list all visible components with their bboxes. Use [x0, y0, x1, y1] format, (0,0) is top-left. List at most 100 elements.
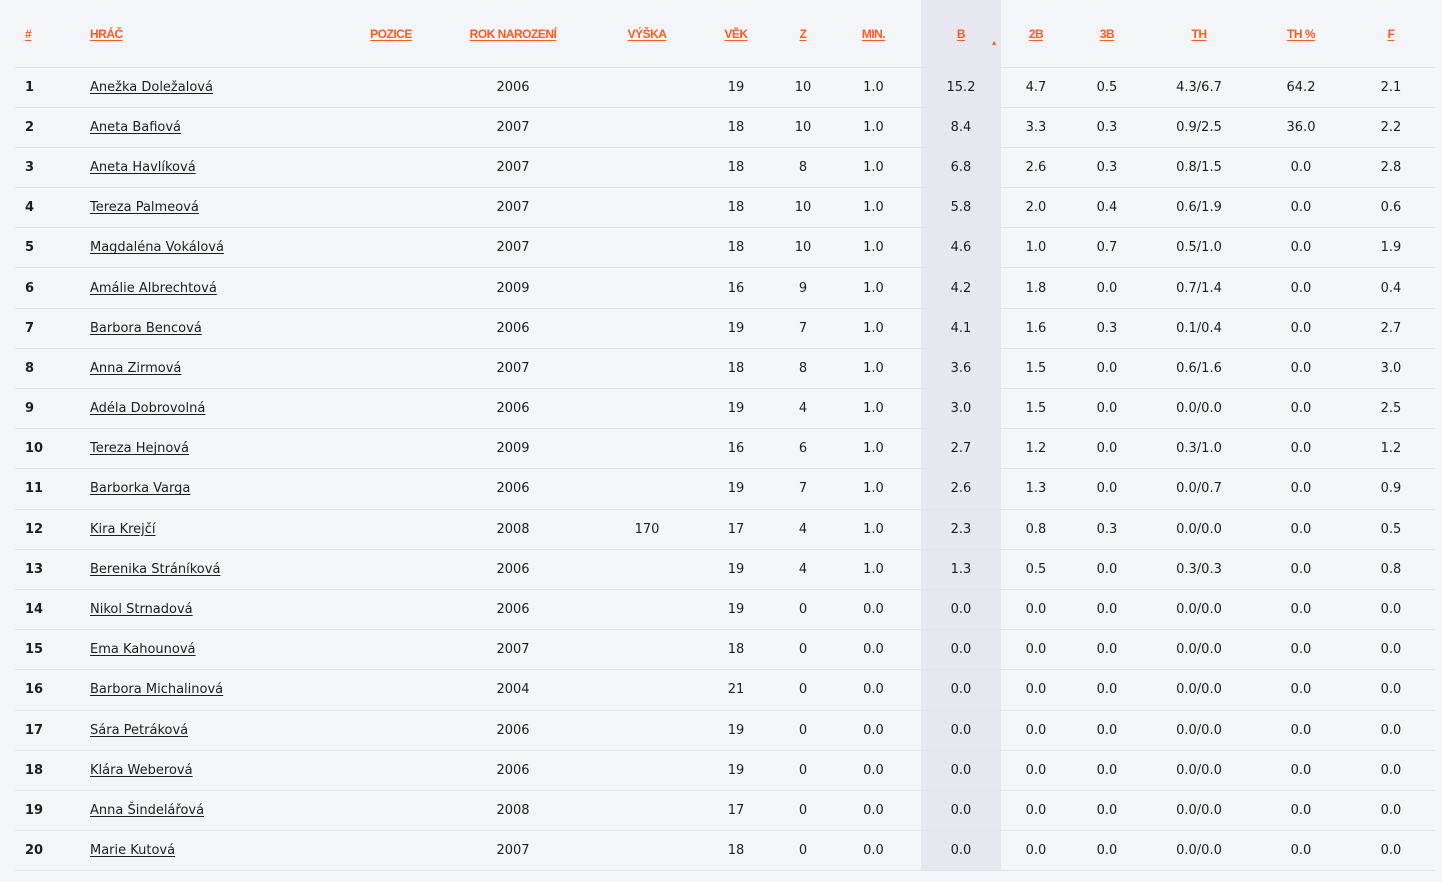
cell-free-throws: 0.0/0.0 [1143, 589, 1255, 631]
cell-points: 0.0 [921, 790, 1001, 832]
player-name-link[interactable]: Anežka Doležalová [90, 80, 213, 95]
cell-fouls: 2.7 [1347, 308, 1435, 349]
table-row: 15 Ema Kahounová 2007 18 0 0.0 0.0 0.0 0.0 0.0/0.… [15, 629, 1435, 671]
cell-fouls: 0.9 [1347, 468, 1435, 510]
header-position[interactable]: POZICE [358, 0, 424, 68]
cell-free-throw-pct: 0.0 [1255, 267, 1347, 309]
cell-games: 0 [780, 790, 826, 832]
header-minutes[interactable]: MIN. [826, 0, 921, 68]
cell-rank: 7 [15, 308, 90, 349]
player-name-link[interactable]: Ema Kahounová [90, 642, 196, 657]
cell-birth-year: 2007 [424, 348, 602, 390]
player-name-link[interactable]: Anna Zirmová [90, 361, 181, 376]
cell-two-pointers: 0.0 [1001, 750, 1071, 791]
cell-age: 18 [692, 348, 780, 390]
player-name-link[interactable]: Tereza Palmeová [90, 200, 199, 215]
cell-fouls: 1.9 [1347, 227, 1435, 269]
cell-player-name: Nikol Strnadová [90, 589, 358, 631]
cell-free-throws: 0.0/0.0 [1143, 669, 1255, 711]
header-points[interactable]: B ▲ [921, 0, 1001, 68]
header-birth-year[interactable]: ROK NAROZENÍ [424, 0, 602, 68]
cell-minutes: 0.0 [826, 669, 921, 711]
player-name-link[interactable]: Kira Krejčí [90, 522, 156, 537]
cell-games: 10 [780, 107, 826, 148]
player-name-link[interactable]: Barbora Bencová [90, 321, 202, 336]
cell-free-throw-pct: 0.0 [1255, 187, 1347, 229]
cell-three-pointers: 0.0 [1071, 267, 1143, 309]
cell-player-name: Barborka Varga [90, 468, 358, 510]
cell-three-pointers: 0.3 [1071, 509, 1143, 550]
table-header-row: # HRÁČ POZICE ROK NAROZENÍ VÝŠKA VĚK Z M… [15, 0, 1435, 68]
cell-games: 0 [780, 750, 826, 791]
player-name-link[interactable]: Adéla Dobrovolná [90, 401, 205, 416]
cell-free-throw-pct: 0.0 [1255, 830, 1347, 872]
sort-ascending-icon: ▲ [990, 40, 998, 47]
cell-points: 4.1 [921, 308, 1001, 349]
cell-three-pointers: 0.0 [1071, 629, 1143, 671]
header-height[interactable]: VÝŠKA [602, 0, 692, 68]
header-two-pointers[interactable]: 2B [1001, 0, 1071, 68]
cell-height [602, 308, 692, 349]
cell-free-throw-pct: 0.0 [1255, 549, 1347, 590]
player-name-link[interactable]: Anna Šindelářová [90, 803, 204, 818]
cell-free-throws: 0.3/0.3 [1143, 549, 1255, 590]
player-name-link[interactable]: Aneta Havlíková [90, 160, 196, 175]
cell-points: 5.8 [921, 187, 1001, 229]
cell-points: 4.2 [921, 267, 1001, 309]
cell-two-pointers: 2.6 [1001, 147, 1071, 189]
cell-player-name: Kira Krejčí [90, 509, 358, 550]
cell-minutes: 1.0 [826, 428, 921, 470]
header-fouls[interactable]: F [1347, 0, 1435, 68]
cell-rank: 6 [15, 267, 90, 309]
player-name-link[interactable]: Tereza Hejnová [90, 441, 189, 456]
header-free-throws[interactable]: TH [1143, 0, 1255, 68]
header-rank[interactable]: # [15, 0, 90, 68]
cell-points: 0.0 [921, 629, 1001, 671]
player-name-link[interactable]: Aneta Bafiová [90, 120, 181, 135]
cell-position [358, 107, 424, 148]
cell-free-throw-pct: 64.2 [1255, 67, 1347, 108]
header-age[interactable]: VĚK [692, 0, 780, 68]
cell-games: 6 [780, 428, 826, 470]
table-row: 20 Marie Kutová 2007 18 0 0.0 0.0 0.0 0.0 0.0/0.0… [15, 830, 1435, 872]
player-name-link[interactable]: Klára Weberová [90, 763, 193, 778]
table-row: 8 Anna Zirmová 2007 18 8 1.0 3.6 1.5 0.0 0.6/1.6 0… [15, 348, 1435, 390]
header-player[interactable]: HRÁČ [90, 0, 358, 68]
cell-points: 6.8 [921, 147, 1001, 189]
cell-points: 3.0 [921, 388, 1001, 430]
cell-free-throw-pct: 0.0 [1255, 589, 1347, 631]
cell-fouls: 2.2 [1347, 107, 1435, 148]
player-name-link[interactable]: Barbora Michalinová [90, 682, 223, 697]
cell-height [602, 428, 692, 470]
header-three-pointers[interactable]: 3B [1071, 0, 1143, 68]
header-free-throw-pct[interactable]: TH % [1255, 0, 1347, 68]
cell-position [358, 187, 424, 229]
cell-minutes: 1.0 [826, 107, 921, 148]
cell-height [602, 710, 692, 751]
cell-games: 0 [780, 710, 826, 751]
cell-height [602, 830, 692, 872]
cell-minutes: 0.0 [826, 710, 921, 751]
cell-minutes: 0.0 [826, 790, 921, 832]
player-name-link[interactable]: Magdaléna Vokálová [90, 240, 224, 255]
player-name-link[interactable]: Amálie Albrechtová [90, 281, 217, 296]
table-row: 18 Klára Weberová 2006 19 0 0.0 0.0 0.0 0.0 0.0/0… [15, 750, 1435, 791]
player-name-link[interactable]: Nikol Strnadová [90, 602, 193, 617]
table-row: 11 Barborka Varga 2006 19 7 1.0 2.6 1.3 0.0 0.0/0… [15, 468, 1435, 510]
cell-free-throw-pct: 0.0 [1255, 750, 1347, 791]
header-games[interactable]: Z [780, 0, 826, 68]
cell-free-throws: 0.0/0.0 [1143, 830, 1255, 872]
player-name-link[interactable]: Sára Petráková [90, 723, 188, 738]
cell-free-throws: 0.8/1.5 [1143, 147, 1255, 189]
cell-fouls: 0.4 [1347, 267, 1435, 309]
player-name-link[interactable]: Marie Kutová [90, 843, 175, 858]
cell-games: 7 [780, 468, 826, 510]
cell-minutes: 0.0 [826, 589, 921, 631]
cell-minutes: 1.0 [826, 549, 921, 590]
cell-age: 19 [692, 750, 780, 791]
player-name-link[interactable]: Berenika Stráníková [90, 562, 220, 577]
cell-games: 7 [780, 308, 826, 349]
player-name-link[interactable]: Barborka Varga [90, 481, 190, 496]
cell-age: 17 [692, 509, 780, 550]
cell-three-pointers: 0.3 [1071, 308, 1143, 349]
